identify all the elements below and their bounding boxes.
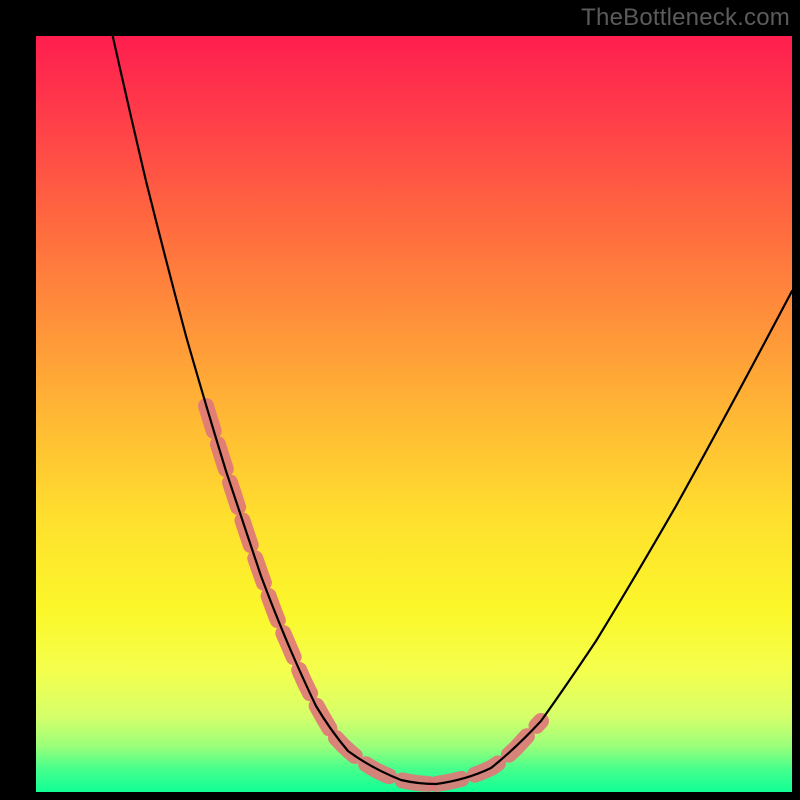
curve-beads-left <box>206 406 331 731</box>
curve-beads-bottom <box>336 738 436 784</box>
plot-area <box>36 36 792 792</box>
watermark-text: TheBottleneck.com <box>581 4 790 32</box>
curve-beads-right <box>436 721 541 784</box>
bottleneck-curve-svg <box>36 36 792 792</box>
chart-frame: TheBottleneck.com <box>0 0 800 800</box>
